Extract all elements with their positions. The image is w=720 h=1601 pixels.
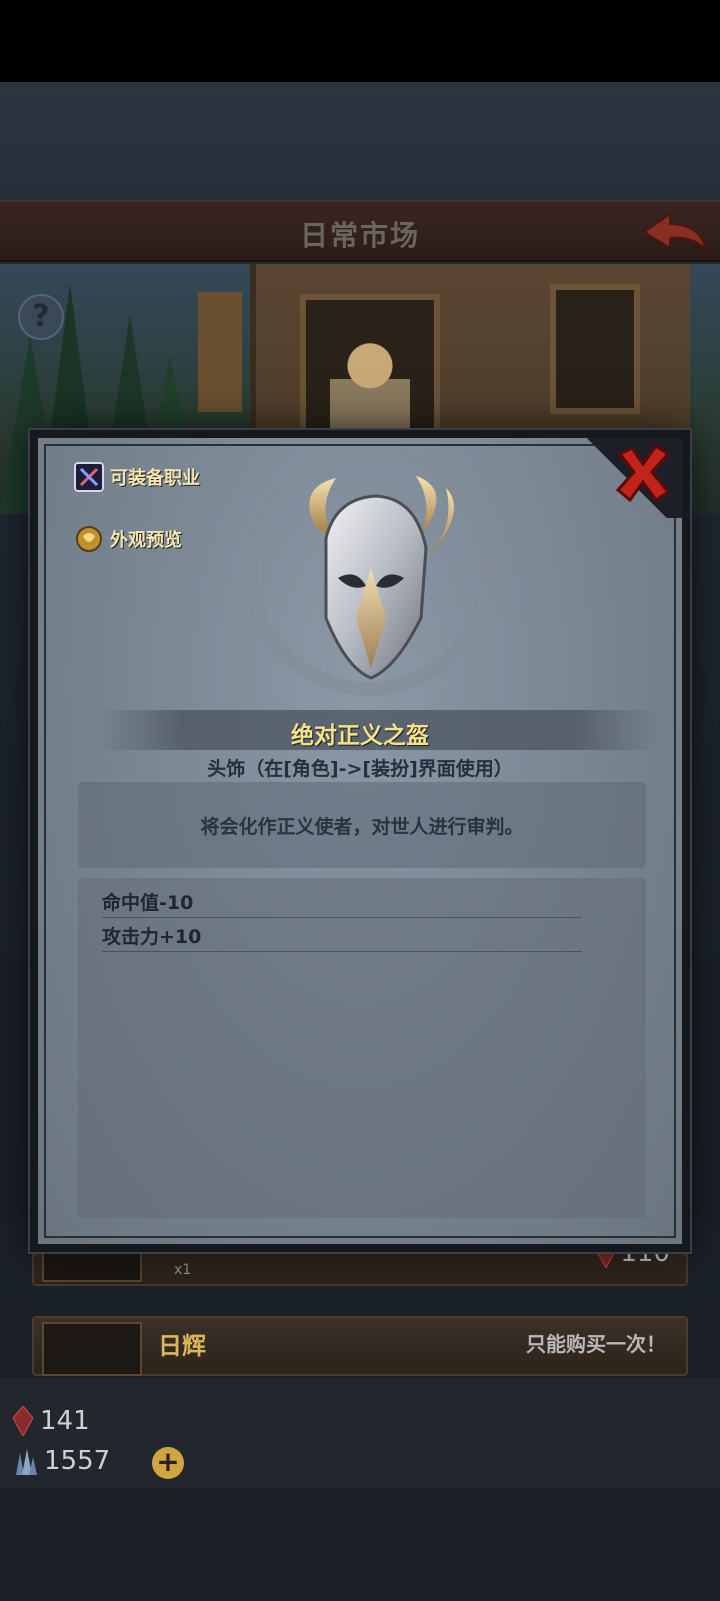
page-title: 日常市场 (299, 219, 420, 252)
side-button-label: 外观预览 (110, 530, 182, 551)
stat-line: 命中值-10 (102, 884, 582, 918)
helmet-icon (309, 476, 454, 680)
class-equip-icon (74, 462, 104, 492)
item-count: x1 (174, 1262, 192, 1278)
side-button-label: 可装备职业 (110, 468, 200, 489)
red-gem-value: 141 (40, 1406, 90, 1436)
item-detail-modal: 可装备职业 外观预览 绝对正义之盔 头饰（在[角色]->[装扮]界面使用） 将会… (30, 430, 690, 1252)
appearance-preview-icon (76, 526, 102, 552)
shop-item-row[interactable]: 日辉 只能购买一次！ (32, 1316, 688, 1376)
appearance-preview-button[interactable]: 外观预览 (74, 524, 182, 554)
purchase-limit-note: 只能购买一次！ (526, 1332, 666, 1356)
shop-window (550, 284, 640, 414)
status-bar-area (0, 0, 720, 82)
item-name: 日辉 (158, 1332, 206, 1360)
blue-crystal-value: 1557 (44, 1446, 111, 1476)
description-box: 将会化作正义使者，对世人进行审判。 (78, 782, 646, 868)
back-arrow-icon[interactable] (640, 210, 710, 258)
item-description: 将会化作正义使者，对世人进行审判。 (200, 816, 524, 838)
item-thumbnail (42, 1322, 142, 1376)
add-currency-button[interactable]: + (152, 1447, 184, 1479)
blue-crystal-balance: 1557 (12, 1446, 110, 1476)
item-type: 头饰（在[角色]->[装扮]界面使用） (207, 758, 513, 780)
stats-box: 命中值-10 攻击力+10 (78, 878, 646, 1218)
help-icon[interactable]: ? (18, 294, 64, 340)
red-gem-balance: 141 (12, 1406, 90, 1436)
close-icon[interactable] (612, 443, 674, 503)
banner (198, 292, 242, 412)
market-header: 日常市场 (0, 200, 720, 262)
equippable-class-button[interactable]: 可装备职业 (74, 462, 200, 492)
item-title: 绝对正义之盔 (291, 723, 429, 749)
stat-line: 攻击力+10 (102, 918, 582, 952)
red-gem-icon (12, 1406, 34, 1436)
blue-crystal-icon (16, 1449, 37, 1475)
